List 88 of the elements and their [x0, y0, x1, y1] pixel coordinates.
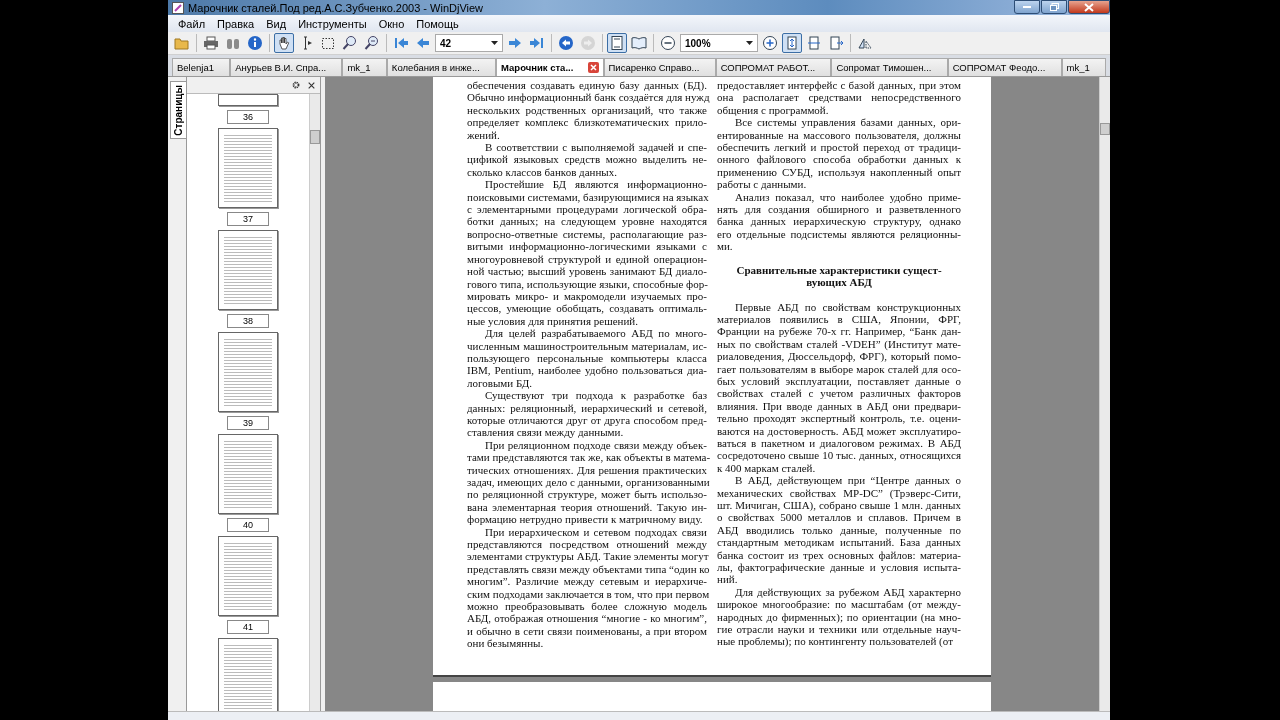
- fit-page-icon: [784, 35, 800, 51]
- first-page-icon: [393, 35, 409, 51]
- hand-icon: [276, 35, 292, 51]
- document-tab[interactable]: mk_1: [342, 58, 387, 76]
- printer-icon: [203, 35, 219, 51]
- zoom-in-icon: [342, 35, 358, 51]
- combo-box[interactable]: 100%: [680, 34, 758, 52]
- minimize-button[interactable]: [1014, 0, 1040, 14]
- fit-width-icon: [806, 35, 822, 51]
- page-number: 38: [227, 314, 269, 328]
- info-icon: [247, 35, 263, 51]
- back-circle-button[interactable]: [556, 33, 576, 53]
- paragraph: При иерархическом и сетевом подходах связи представляются посредством отношений между элементами структуры АБД. Такие элементы могут представлять связи между объектами типа “один ко многим”. Различие между сетевым и иерархиче- ским подходами заключается в том, что при первом можно преобразовывать более сложную модель АБД, отображая отношения “многие - ко многим”, и обычно в сети связи поименованы, а при втором они безымянны.: [467, 525, 707, 650]
- plus-circle-icon: [762, 35, 778, 51]
- document-tab[interactable]: Сопромат Тимошен...: [831, 58, 948, 76]
- app-icon: [172, 1, 184, 14]
- page-thumbnail[interactable]: [218, 638, 278, 711]
- scrollbar[interactable]: [1099, 77, 1110, 711]
- paragraph: Первые АБД по свойствам конструкционных материалов появились в США, Японии, ФРГ, Франции на рубеже 70-х гг. Например, “Банк дан- ных по свойствам сталей -VDEH” (Институт мате- риаловедения, Дюссельдорф, ФРГ), который помо- гает пользователям в выборе марок сталей для осо- бых условий эксплуатации, поставляет данные о свойствах сталей с учетом различных факторов влияния. При вводе данных в АБД они предвари- тельно проходят экспертный контроль, т.е. оцени- ваются на достоверность. АБД может эксплуатиро- ваться в пакетном и диалоговом режимах. В АБД сосредоточено свыше 10 тыс. данных, относящихся к 400 маркам сталей.: [717, 300, 961, 475]
- document-tab[interactable]: Писаренко Справо...: [603, 58, 716, 76]
- paragraph: Все системы управления базами данных, ори- ентированные на массового пользователя, должны обеспечить легкий и простой переход от традици- онного файлового способа обработки данных к применению СУБД, используя накопленный опыт работы с данными.: [717, 116, 961, 191]
- document-tab[interactable]: СОПРОМАТ Феодо...: [947, 58, 1062, 76]
- minus-circle-button[interactable]: [658, 33, 678, 53]
- single-page-icon: [609, 35, 625, 51]
- minimize-icon: [1023, 5, 1031, 9]
- menu-item[interactable]: Помощь: [410, 17, 465, 30]
- menu-item[interactable]: Вид: [260, 17, 293, 30]
- page-number: 41: [227, 620, 269, 634]
- page-thumbnail[interactable]: [218, 230, 278, 310]
- combo-value: 100%: [685, 37, 711, 49]
- menu-item[interactable]: Инструменты: [292, 17, 373, 30]
- document-tab[interactable]: Анурьев В.И. Спра...: [230, 58, 343, 76]
- scrollbar[interactable]: [309, 94, 320, 711]
- minus-circle-icon: [660, 35, 676, 51]
- page-number: 40: [227, 518, 269, 532]
- document-tab[interactable]: Марочник ста...: [496, 58, 604, 76]
- paragraph: В АБД, действующем при “Центре данных о механических свойствах MP-DC” (Трэверс-Сити, шт. Мичиган, США), собрано свыше 1 млн. данных о свойствах 5000 металлов и сплавов. Причем в АБД вводились только данные, полученные по стандартным методикам испытаний. База данных банка состоит из трех основных файлов: материа- лы, фактографические данные и условия испыта- ний.: [717, 474, 961, 586]
- paragraph: Для действующих за рубежом АБД характерно широкое многообразие: по масштабам (от между- народных до фирменных); по ориентации (на мно- гие отрасли науки и техники или отдельные науч- ные проблемы); по контингенту пользователей (от: [717, 585, 961, 648]
- page-thumbnail[interactable]: [218, 128, 278, 208]
- restore-button[interactable]: [1041, 0, 1067, 14]
- plus-circle-button[interactable]: [760, 33, 780, 53]
- back-circle-icon: [558, 35, 574, 51]
- paragraph: Существуют три подхода к разработке баз данных: реляционный, иерархический и сетевой, которые отличаются друг от друга способом пред- ставления связи между данными.: [467, 389, 707, 439]
- menu-item[interactable]: Правка: [211, 17, 261, 30]
- close-button[interactable]: [1068, 0, 1110, 14]
- page-number: 36: [227, 110, 269, 124]
- page-thumbnail[interactable]: [218, 434, 278, 514]
- document-tab[interactable]: mk_1: [1061, 58, 1106, 76]
- arrow-left-icon: [415, 35, 431, 51]
- printer-button[interactable]: [201, 33, 221, 53]
- paragraph: В соответствии с выполняемой задачей и спе- цификой языковых средств можно выделить не- сколько классов банков данных.: [467, 141, 707, 179]
- dropdown-arrow-icon: [491, 41, 498, 45]
- close-icon: [1084, 2, 1094, 12]
- page-number: 37: [227, 212, 269, 226]
- folder-icon: [174, 35, 190, 51]
- fit-page-button[interactable]: [782, 33, 802, 53]
- page-arrow-icon: [828, 35, 844, 51]
- zoom-out-icon: [364, 35, 380, 51]
- dashed-rectangle-icon: [320, 35, 336, 51]
- single-page-button[interactable]: [607, 33, 627, 53]
- page-thumbnail[interactable]: [218, 332, 278, 412]
- document-tab[interactable]: Колебания в инже...: [386, 58, 496, 76]
- restore-icon: [1049, 3, 1059, 11]
- section-heading: Сравнительные характеристики сущест- вующих АБД: [735, 263, 943, 289]
- menu-item[interactable]: Окно: [372, 17, 411, 30]
- close-icon: [307, 80, 316, 90]
- info-button[interactable]: [245, 33, 265, 53]
- menu-item[interactable]: Файл: [172, 17, 212, 30]
- paragraph: Для целей разрабатываемого АБД по много- численным машиностроительным материалам, ис- пользующего персональные компьютеры класса IBM, Pentium, наиболее удобно пользоваться диа- логовыми БД.: [467, 327, 707, 390]
- book-icon: [631, 35, 647, 51]
- document-tab[interactable]: СОПРОМАТ РАБОТ...: [715, 58, 832, 76]
- document-tab[interactable]: Belenja1: [172, 58, 231, 76]
- page-thumbnail[interactable]: [218, 94, 278, 106]
- window-title: Марочник сталей.Под ред.А.С.Зубченко.2003 - WinDjView: [188, 1, 484, 14]
- forward-circle-icon: [580, 35, 596, 51]
- paragraph: Простейшие БД являются информационно- поисковыми системами, базирующимися на языках с элементарными процедурами логической обра- ботки данных; на следующем уровне находятся вопросно-ответные системы, располагающие раз- витыми информационно-логическими языками с многоуровневой структурой и единой операцион- ной частью; высший уровень занимают БД диало- гового типа, использующие языки, способные фор- мировать микро- и макромодели изучаемых про- цессов, умеющие обобщать, создавать оптималь- ные условия для принятия решений.: [467, 178, 707, 328]
- arrow-right-icon: [507, 35, 523, 51]
- dropdown-arrow-icon: [746, 41, 753, 45]
- paragraph: предоставляет интерфейс с базой данных, при этом она располагает средствами непосредственного общения с программой.: [717, 79, 961, 117]
- hand-button[interactable]: [274, 33, 294, 53]
- last-page-icon: [529, 35, 545, 51]
- combo-box[interactable]: 42: [435, 34, 503, 52]
- combo-value: 42: [440, 37, 452, 49]
- paragraph: Анализ показал, что наиболее удобно приме- нять для создания обширного и разветвленного банка данных иерархическую структуру, однако его отдельные подсистемы являются реляционны- ми.: [717, 190, 961, 253]
- gear-icon: [291, 80, 301, 90]
- close-tab-icon[interactable]: [587, 62, 599, 73]
- page-number: 39: [227, 416, 269, 430]
- page-thumbnail[interactable]: [218, 536, 278, 616]
